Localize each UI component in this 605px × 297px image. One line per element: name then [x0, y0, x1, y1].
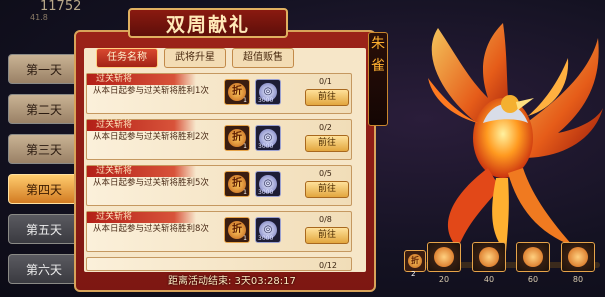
quest-title: 过关斩将	[87, 120, 196, 131]
reward-silver[interactable]: ◎ 3000	[255, 79, 281, 105]
quest-desc: 从本日起参与过关斩将胜利8次	[93, 224, 209, 234]
gold-sub: 41.8	[30, 13, 48, 22]
reward-token[interactable]: 折 1	[224, 125, 250, 151]
quest-row: 过关斩将 从本日起参与过关斩将胜利1次 折 1 ◎ 3000 0/1 前往	[86, 73, 352, 114]
quest-title: 过关斩将	[87, 74, 196, 85]
day-tab-3[interactable]: 第三天	[8, 134, 80, 164]
reward-silver[interactable]: ◎ 3000	[255, 217, 281, 243]
quest-progress: 0/12	[319, 261, 337, 270]
quest-row: 0/12	[86, 257, 352, 271]
goto-button[interactable]: 前往	[305, 227, 349, 244]
day-tab-5[interactable]: 第五天	[8, 214, 80, 244]
page-title: 双周献礼	[128, 8, 288, 38]
day-tab-1[interactable]: 第一天	[8, 54, 80, 84]
quest-progress: 0/2	[319, 123, 332, 132]
hero-name-char: 雀	[371, 58, 385, 74]
quest-progress: 0/1	[319, 77, 332, 86]
reward-count: 1	[243, 143, 247, 150]
day-tab-2[interactable]: 第二天	[8, 94, 80, 124]
reward-count: 1	[243, 235, 247, 242]
quest-title: 过关斩将	[87, 166, 196, 177]
gold-count: 11752	[40, 0, 82, 14]
token-icon: 折	[408, 254, 422, 268]
hero-portrait-icon	[523, 247, 543, 267]
countdown-timer: 距离活动结束: 3天03:28:17	[168, 276, 296, 287]
milestone-label: 40	[483, 275, 495, 284]
reward-count: 1	[243, 97, 247, 104]
milestone-chest-4[interactable]	[561, 242, 595, 272]
phoenix-illustration	[428, 23, 603, 252]
milestone-current-token: 折	[404, 250, 426, 272]
reward-silver[interactable]: ◎ 3000	[255, 125, 281, 151]
quest-desc: 从本日起参与过关斩将胜利5次	[93, 178, 209, 188]
tab-hero-star[interactable]: 武将升星	[164, 48, 226, 68]
milestone-current-value: 2	[411, 270, 416, 278]
hero-name-label: 朱 雀	[368, 32, 388, 126]
reward-token[interactable]: 折 1	[224, 217, 250, 243]
quest-panel	[74, 30, 376, 292]
reward-silver[interactable]: ◎ 3000	[255, 171, 281, 197]
milestone-label: 20	[438, 275, 450, 284]
hero-portrait-icon	[479, 247, 499, 267]
reward-token[interactable]: 折 1	[224, 79, 250, 105]
milestone-chest-1[interactable]	[427, 242, 461, 272]
quest-desc: 从本日起参与过关斩将胜利2次	[93, 132, 209, 142]
hero-name-char: 朱	[371, 36, 385, 52]
milestone-label: 80	[572, 275, 584, 284]
milestone-label: 60	[527, 275, 539, 284]
quest-progress: 0/8	[319, 215, 332, 224]
reward-amount: 3000	[258, 97, 274, 104]
quest-title: 过关斩将	[87, 212, 196, 223]
tab-task-name[interactable]: 任务名称	[96, 48, 158, 68]
quest-row: 过关斩将 从本日起参与过关斩将胜利5次 折 1 ◎ 3000 0/5 前往	[86, 165, 352, 206]
quest-row: 过关斩将 从本日起参与过关斩将胜利2次 折 1 ◎ 3000 0/2 前往	[86, 119, 352, 160]
day-tab-6[interactable]: 第六天	[8, 254, 80, 284]
hero-portrait-icon	[568, 247, 588, 267]
milestone-chest-3[interactable]	[516, 242, 550, 272]
top-stats: 11752 41.8	[0, 0, 140, 22]
tab-value-sale[interactable]: 超值贩售	[232, 48, 294, 68]
goto-button[interactable]: 前往	[305, 135, 349, 152]
reward-count: 1	[243, 189, 247, 196]
quest-row: 过关斩将 从本日起参与过关斩将胜利8次 折 1 ◎ 3000 0/8 前往	[86, 211, 352, 252]
milestone-chest-2[interactable]	[472, 242, 506, 272]
reward-token[interactable]: 折 1	[224, 171, 250, 197]
quest-desc: 从本日起参与过关斩将胜利1次	[93, 86, 209, 96]
reward-amount: 3000	[258, 189, 274, 196]
quest-progress: 0/5	[319, 169, 332, 178]
day-tab-4[interactable]: 第四天	[8, 174, 80, 204]
hero-portrait-icon	[434, 247, 454, 267]
reward-amount: 3000	[258, 235, 274, 242]
reward-amount: 3000	[258, 143, 274, 150]
goto-button[interactable]: 前往	[305, 89, 349, 106]
goto-button[interactable]: 前往	[305, 181, 349, 198]
